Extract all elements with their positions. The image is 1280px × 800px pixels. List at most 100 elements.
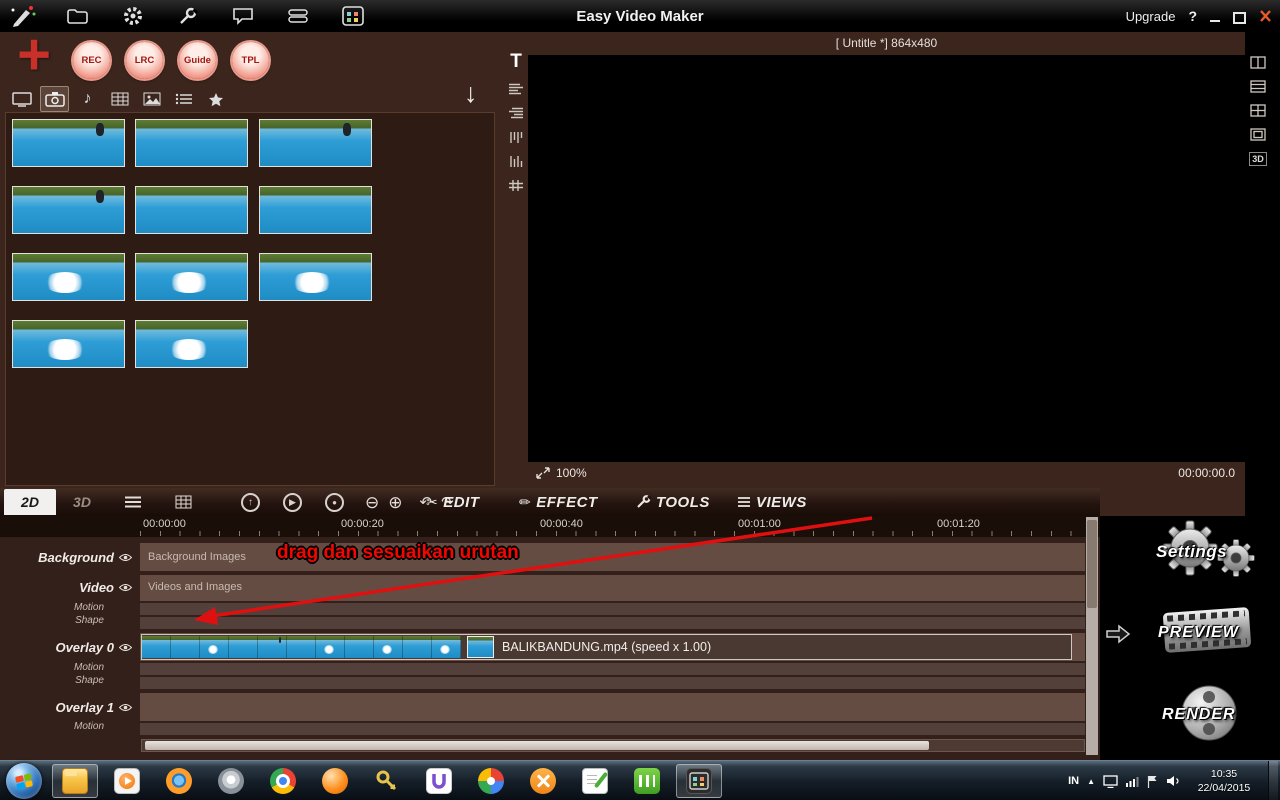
video-track-row[interactable] [140, 575, 1085, 601]
add-media-button[interactable]: + [8, 26, 60, 84]
view-3d-button[interactable]: 3D [1249, 152, 1267, 166]
tab-2d[interactable]: 2D [4, 489, 56, 515]
fit-expand-icon[interactable] [536, 467, 550, 479]
media-thumbnail[interactable] [12, 253, 125, 301]
clip-frame-thumbnail[interactable] [200, 636, 229, 658]
clip-current-frame-thumbnail[interactable] [467, 636, 494, 658]
layout-inset-icon[interactable] [1250, 128, 1266, 141]
clip-frame-thumbnail[interactable] [345, 636, 374, 658]
feedback-chat-icon[interactable] [230, 4, 256, 28]
timeline-ruler[interactable]: 00:00:00 00:00:20 00:00:40 00:01:00 00:0… [0, 516, 1100, 537]
preview-button[interactable]: PREVIEW [1150, 598, 1272, 674]
media-stack-icon[interactable] [285, 4, 311, 28]
overlay0-motion-row[interactable] [140, 663, 1085, 675]
network-signal-icon[interactable] [1126, 776, 1139, 787]
overlay1-track-row[interactable] [140, 693, 1085, 721]
storyboard-grid-icon[interactable] [175, 495, 192, 509]
taskbar-explorer-button[interactable] [52, 764, 98, 798]
timeline-clip-balikbandung[interactable]: BALIKBANDUNG.mp4 (speed x 1.00) [141, 634, 1072, 660]
volume-icon[interactable] [1166, 775, 1180, 787]
overlay0-shape-row[interactable] [140, 677, 1085, 689]
show-desktop-button[interactable] [1268, 761, 1278, 800]
taskbar-easy-video-maker-button[interactable] [676, 764, 722, 798]
media-thumbnail[interactable] [135, 320, 249, 368]
image-icon[interactable] [138, 87, 165, 111]
media-thumbnail[interactable] [258, 186, 372, 234]
menu-edit[interactable]: ✂ EDIT [426, 491, 479, 513]
maximize-button[interactable] [1233, 11, 1246, 24]
track-label-overlay0[interactable]: Overlay 0 [0, 637, 132, 657]
clip-frame-thumbnail[interactable] [142, 636, 171, 658]
action-center-flag-icon[interactable] [1147, 775, 1158, 788]
clip-frame-thumbnail[interactable] [403, 636, 432, 658]
photos-camera-icon[interactable] [40, 86, 69, 112]
layout-rows-icon[interactable] [1250, 80, 1266, 93]
eye-icon[interactable] [119, 643, 132, 652]
track-label-video[interactable]: Video [0, 577, 132, 597]
taskbar-xampp-button[interactable] [520, 764, 566, 798]
template-grid-icon[interactable] [340, 4, 366, 28]
media-thumbnail[interactable] [12, 186, 125, 234]
clip-frame-thumbnail[interactable] [287, 636, 316, 658]
lrc-button[interactable]: LRC [126, 42, 163, 79]
download-arrow-icon[interactable]: ↓ [464, 78, 478, 109]
vertical-align-bottom-icon[interactable] [509, 155, 524, 168]
video-shape-row[interactable] [140, 617, 1085, 629]
overlay1-motion-row[interactable] [140, 723, 1085, 735]
play-button[interactable]: ▶ [283, 492, 302, 512]
media-thumbnail[interactable] [258, 253, 372, 301]
close-button[interactable] [1259, 10, 1272, 22]
align-right-icon[interactable] [508, 107, 524, 120]
tools-wrench-icon[interactable] [175, 4, 201, 28]
help-button[interactable]: ? [1188, 8, 1197, 24]
expand-right-arrow-icon[interactable] [1104, 622, 1132, 651]
taskbar-orange-app-button[interactable] [312, 764, 358, 798]
music-icon[interactable]: ♪ [74, 87, 101, 111]
media-thumbnail[interactable] [135, 186, 249, 234]
screen-capture-icon[interactable] [8, 87, 35, 111]
taskbar-firefox-button[interactable] [156, 764, 202, 798]
menu-effect[interactable]: ✏ EFFECT [519, 491, 598, 513]
align-left-icon[interactable] [508, 83, 524, 96]
zoom-out-icon[interactable]: ⊖ [365, 494, 379, 511]
media-thumbnail[interactable] [135, 253, 249, 301]
taskbar-u-app-button[interactable] [416, 764, 462, 798]
taskbar-pinwheel-app-button[interactable] [468, 764, 514, 798]
track-label-overlay1[interactable]: Overlay 1 [0, 697, 132, 717]
text-tool-button[interactable]: T [510, 52, 522, 72]
settings-button[interactable]: Settings [1140, 516, 1280, 594]
video-motion-row[interactable] [140, 603, 1085, 615]
clip-frame-thumbnail[interactable] [171, 636, 200, 658]
layout-split-vertical-icon[interactable] [1250, 56, 1266, 69]
grid-icon[interactable] [508, 179, 524, 192]
taskbar-chrome-button[interactable] [260, 764, 306, 798]
tab-3d[interactable]: 3D [58, 489, 106, 515]
horizontal-scroll-thumb[interactable] [145, 741, 929, 750]
clip-frame-thumbnail[interactable] [374, 636, 403, 658]
timeline-horizontal-scrollbar[interactable] [141, 739, 1085, 752]
eye-icon[interactable] [119, 553, 132, 562]
menu-views[interactable]: VIEWS [737, 491, 807, 513]
taskbar-gray-browser-button[interactable] [208, 764, 254, 798]
settings-gear-icon[interactable] [120, 4, 146, 28]
rec-button[interactable]: REC [73, 42, 110, 79]
tray-expand-caret[interactable]: ▲ [1087, 777, 1095, 786]
clip-frame-thumbnail[interactable] [258, 636, 287, 658]
taskbar-editor-button[interactable] [572, 764, 618, 798]
record-button[interactable]: ● [325, 492, 344, 512]
eye-icon[interactable] [119, 703, 132, 712]
taskbar-clock[interactable]: 10:35 22/04/2015 [1188, 767, 1260, 795]
vertical-align-top-icon[interactable] [509, 131, 524, 144]
start-button[interactable] [6, 763, 42, 799]
zoom-in-icon[interactable]: ⊕ [388, 494, 402, 511]
table-grid-icon[interactable] [106, 87, 133, 111]
taskbar-key-app-button[interactable] [364, 764, 410, 798]
open-project-folder-icon[interactable] [65, 4, 91, 28]
eye-icon[interactable] [119, 583, 132, 592]
upgrade-link[interactable]: Upgrade [1126, 9, 1176, 24]
display-tray-icon[interactable] [1103, 774, 1118, 788]
taskbar-media-player-button[interactable] [104, 764, 150, 798]
layout-quad-icon[interactable] [1250, 104, 1266, 117]
favorites-star-icon[interactable] [202, 87, 229, 111]
move-up-button[interactable]: ↑ [241, 492, 260, 512]
